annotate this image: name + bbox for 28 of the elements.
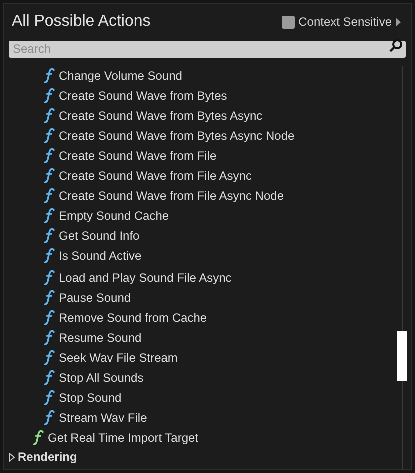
action-item[interactable]: Change Volume Sound xyxy=(4,66,396,86)
action-item[interactable]: Create Sound Wave from File Async Node xyxy=(4,186,396,206)
scrollbar-track[interactable] xyxy=(396,66,408,469)
scrollbar-thumb[interactable] xyxy=(397,331,407,381)
action-item[interactable]: Empty Sound Cache xyxy=(4,206,396,226)
action-item[interactable]: Stop Sound xyxy=(4,388,396,408)
action-item[interactable]: Get Real Time Import Target xyxy=(4,428,396,448)
action-item[interactable]: Stream Wav File xyxy=(4,408,396,428)
search-field[interactable]: Search xyxy=(9,40,406,58)
action-item[interactable]: Remove Sound from Cache xyxy=(4,308,396,328)
action-item[interactable]: Create Sound Wave from File Async xyxy=(4,166,396,186)
triangle-icon[interactable] xyxy=(396,18,401,26)
action-item[interactable]: Seek Wav File Stream xyxy=(4,348,396,368)
checkbox[interactable] xyxy=(282,16,295,28)
action-item[interactable]: Load and Play Sound File Async xyxy=(4,268,396,288)
action-item[interactable]: Is Sound Active xyxy=(4,246,396,266)
action-item[interactable]: Pause Sound xyxy=(4,288,396,308)
action-item[interactable]: Create Sound Wave from Bytes xyxy=(4,86,396,106)
action-item[interactable]: Create Sound Wave from File xyxy=(4,146,396,166)
action-item[interactable]: Stop All Sounds xyxy=(4,368,396,388)
action-item[interactable]: Create Sound Wave from Bytes Async xyxy=(4,106,396,126)
action-item[interactable]: Resume Sound xyxy=(4,328,396,348)
checkbox-label[interactable]: Context Sensitive xyxy=(298,13,392,31)
search-icon[interactable] xyxy=(389,38,403,52)
action-item[interactable]: Get Sound Info xyxy=(4,226,396,246)
category-row[interactable]: Rendering xyxy=(4,448,396,466)
action-item[interactable]: Create Sound Wave from Bytes Async Node xyxy=(4,126,396,146)
panel-title: All Possible Actions xyxy=(12,12,151,32)
